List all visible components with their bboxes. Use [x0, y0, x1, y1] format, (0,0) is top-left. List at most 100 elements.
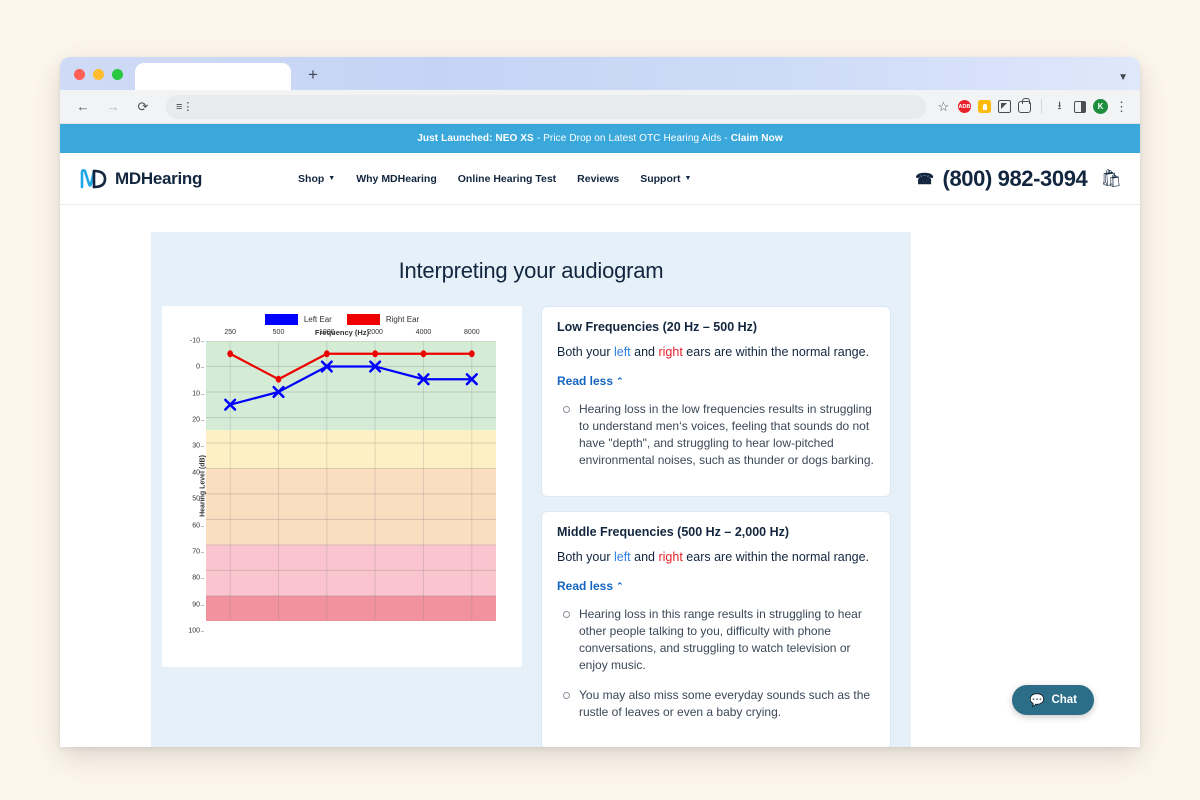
extension-page-icon[interactable]: [998, 100, 1011, 113]
data-point: [324, 350, 330, 357]
read-less-toggle[interactable]: Read less⌃: [557, 579, 624, 593]
chevron-down-icon: ▼: [684, 175, 691, 182]
extension-bag-icon[interactable]: [1018, 101, 1031, 113]
page-content: Interpreting your audiogram Left Ear Rig…: [60, 205, 1140, 747]
back-arrow-icon[interactable]: ←: [70, 94, 96, 120]
y-tick-label: 20: [192, 417, 200, 424]
x-tick-label: 250: [224, 329, 236, 336]
y-axis-ticks: -100102030405060708090100: [180, 341, 204, 631]
browser-tab[interactable]: [135, 63, 291, 90]
bookmark-star-icon[interactable]: ☆: [936, 99, 951, 114]
browser-tab-strip: + ▼: [60, 57, 1140, 90]
y-tick-label: 70: [192, 548, 200, 555]
profile-avatar-icon[interactable]: K: [1093, 99, 1108, 114]
reload-icon[interactable]: ⟳: [130, 94, 156, 120]
promo-cta-link[interactable]: Claim Now: [731, 133, 783, 144]
summary-text: Both your: [557, 550, 614, 564]
extension-yellow-bulb-icon[interactable]: [978, 100, 991, 113]
right-ear-highlight: right: [658, 345, 682, 359]
summary-text: and: [631, 550, 659, 564]
frequency-cards: Low Frequencies (20 Hz – 500 Hz)Both you…: [541, 306, 891, 747]
audiogram-plot: [206, 341, 496, 621]
audiogram-chart-card: Left Ear Right Ear Frequency (Hz) Hearin…: [162, 306, 522, 667]
chat-widget-button[interactable]: 💬 Chat: [1012, 685, 1094, 715]
new-tab-button[interactable]: +: [299, 63, 327, 90]
web-page: Just Launched: NEO XS - Price Drop on La…: [60, 124, 1140, 747]
nav-link-label: Support: [640, 173, 680, 185]
y-tick-mark: [201, 631, 204, 632]
data-point: [469, 350, 475, 357]
summary-text: ears are within the normal range.: [683, 345, 869, 359]
chevron-down-icon[interactable]: ▼: [1118, 72, 1140, 90]
shopping-bag-icon[interactable]: 🛍: [1100, 169, 1122, 189]
y-tick-mark: [201, 341, 204, 342]
y-tick-label: 40: [192, 469, 200, 476]
data-point: [227, 350, 233, 357]
panel-body: Left Ear Right Ear Frequency (Hz) Hearin…: [151, 306, 911, 747]
address-bar[interactable]: ≡⋮: [166, 95, 926, 119]
y-tick-label: 100: [188, 628, 200, 635]
promo-lead: Just Launched: NEO XS: [417, 133, 534, 144]
close-window-button[interactable]: [74, 69, 85, 80]
frequency-card-bullets: Hearing loss in the low frequencies resu…: [557, 401, 875, 469]
phone-link[interactable]: ☎ (800) 982-3094: [915, 166, 1087, 192]
site-logo[interactable]: MDHearing: [80, 168, 202, 189]
frequency-card: Low Frequencies (20 Hz – 500 Hz)Both you…: [541, 306, 891, 497]
nav-link-shop[interactable]: Shop ▼: [298, 173, 335, 185]
right-ear-highlight: right: [658, 550, 682, 564]
nav-link-support[interactable]: Support ▼: [640, 173, 691, 185]
data-point: [276, 376, 282, 383]
toolbar-icon-group: ☆ ADB ⭳ K ⋮: [936, 99, 1130, 114]
frequency-card-summary: Both your left and right ears are within…: [557, 343, 875, 361]
legend-label: Right Ear: [386, 315, 419, 324]
y-tick-mark: [201, 394, 204, 395]
downloads-icon[interactable]: ⭳: [1052, 99, 1067, 114]
chevron-up-icon: ⌃: [616, 376, 624, 387]
promo-middle: - Price Drop on Latest OTC Hearing Aids …: [534, 133, 731, 144]
minimize-window-button[interactable]: [93, 69, 104, 80]
frequency-card-bullets: Hearing loss in this range results in st…: [557, 606, 875, 720]
y-tick-label: -10: [190, 338, 200, 345]
summary-text: Both your: [557, 345, 614, 359]
promo-banner[interactable]: Just Launched: NEO XS - Price Drop on La…: [60, 124, 1140, 153]
y-tick-mark: [201, 499, 204, 500]
nav-link-why-mdhearing[interactable]: Why MDHearing: [356, 173, 437, 185]
page-title: Interpreting your audiogram: [151, 258, 911, 284]
side-panel-icon[interactable]: [1074, 101, 1086, 113]
chevron-down-icon: ▼: [328, 175, 335, 182]
y-tick-mark: [201, 605, 204, 606]
maximize-window-button[interactable]: [112, 69, 123, 80]
left-ear-highlight: left: [614, 345, 631, 359]
frequency-card: Middle Frequencies (500 Hz – 2,000 Hz)Bo…: [541, 511, 891, 747]
x-tick-label: 4000: [416, 329, 432, 336]
kebab-menu-icon[interactable]: ⋮: [1115, 103, 1128, 111]
forward-arrow-icon[interactable]: →: [100, 94, 126, 120]
extension-red-icon[interactable]: ADB: [958, 100, 971, 113]
data-point: [421, 350, 427, 357]
y-tick-label: 60: [192, 522, 200, 529]
nav-link-label: Shop: [298, 173, 324, 185]
nav-link-reviews[interactable]: Reviews: [577, 173, 619, 185]
y-tick-mark: [201, 420, 204, 421]
phone-number: (800) 982-3094: [943, 166, 1088, 192]
x-tick-label: 500: [273, 329, 285, 336]
x-tick-label: 1000: [319, 329, 335, 336]
summary-text: ears are within the normal range.: [683, 550, 869, 564]
severity-band: [206, 468, 496, 544]
nav-right-group: ☎ (800) 982-3094 🛍: [915, 166, 1122, 192]
y-tick-label: 90: [192, 601, 200, 608]
y-tick-mark: [201, 367, 204, 368]
tune-sliders-icon[interactable]: ≡⋮: [176, 100, 193, 113]
y-tick-label: 0: [196, 364, 200, 371]
summary-text: and: [631, 345, 659, 359]
nav-link-online-hearing-test[interactable]: Online Hearing Test: [458, 173, 556, 185]
y-tick-label: 10: [192, 390, 200, 397]
read-less-label: Read less: [557, 579, 613, 593]
y-tick-mark: [201, 552, 204, 553]
window-controls: [60, 69, 133, 90]
phone-icon: ☎: [915, 170, 933, 188]
legend-item-right-ear: Right Ear: [347, 314, 419, 325]
browser-toolbar: ← → ⟳ ≡⋮ ☆ ADB ⭳ K ⋮: [60, 90, 1140, 124]
data-point: [372, 350, 378, 357]
read-less-toggle[interactable]: Read less⌃: [557, 374, 624, 388]
